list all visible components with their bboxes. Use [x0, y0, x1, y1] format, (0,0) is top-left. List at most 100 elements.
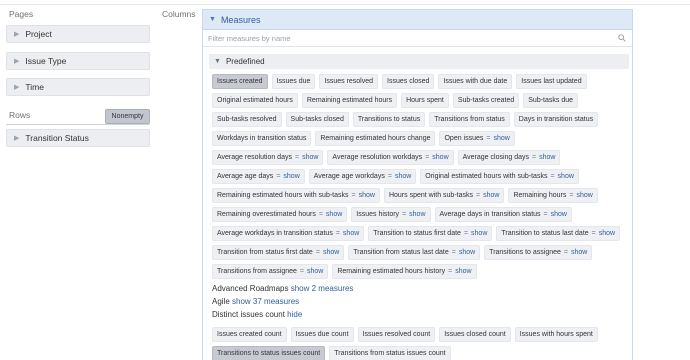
show-formula-link[interactable]: show [409, 211, 425, 218]
filter-measures-input[interactable] [208, 33, 608, 43]
show-formula-link[interactable]: show [539, 154, 555, 161]
measure-chip[interactable]: Original estimated hours [212, 93, 298, 108]
measure-chip[interactable]: Transition from status last date = show [348, 245, 481, 260]
measure-chip[interactable]: Transition to status first date = show [368, 226, 493, 241]
predefined-group-header[interactable]: ▼ Predefined [209, 54, 629, 69]
measure-chip[interactable]: Issues resolved [319, 74, 379, 89]
measure-label: Sub-tasks resolved [217, 116, 277, 123]
show-formula-link[interactable]: show [483, 192, 499, 199]
measure-chip[interactable]: Hours spent [401, 93, 449, 108]
measure-chip[interactable]: Average days in transition status = show [434, 207, 572, 222]
show-measures-link[interactable]: show 2 measures [291, 284, 354, 293]
measure-chip[interactable]: Transition to status last date = show [496, 226, 621, 241]
measures-panel: ▼ Measures ▼ Predefined Issues createdIs… [202, 9, 633, 360]
dimension-label: Project [25, 29, 52, 39]
measure-chip[interactable]: Sub-tasks created [452, 93, 520, 108]
show-formula-link[interactable]: show [307, 268, 323, 275]
measure-chip[interactable]: Issues closed count [439, 327, 511, 342]
equals-icon: = [486, 135, 491, 142]
measure-chip[interactable]: Transitions to status issues count [212, 346, 326, 360]
measure-label: Average age days [217, 173, 274, 180]
measure-label: Sub-tasks closed [290, 116, 344, 123]
equals-icon: = [335, 230, 340, 237]
measure-chip[interactable]: Sub-tasks due [523, 93, 579, 108]
group-label: Distinct issues count [212, 310, 285, 319]
measure-chip[interactable]: Average age workdays = show [308, 169, 417, 184]
show-formula-link[interactable]: show [459, 249, 475, 256]
measure-label: Issues last updated [521, 78, 582, 85]
measure-chip[interactable]: Transitions from status [429, 112, 510, 127]
measure-chip[interactable]: Remaining hours = show [508, 188, 598, 203]
measure-chip[interactable]: Remaining overestimated hours = show [212, 207, 348, 222]
show-formula-link[interactable]: show [395, 173, 411, 180]
equals-icon: = [351, 192, 356, 199]
top-bar [0, 0, 690, 5]
measure-chip[interactable]: Issues with hours spent [514, 327, 598, 342]
measure-chip[interactable]: Sub-tasks resolved [212, 112, 282, 127]
measure-chip[interactable]: Original estimated hours with sub-tasks =… [420, 169, 579, 184]
measure-label: Remaining hours [513, 192, 567, 199]
measure-chip[interactable]: Open issues = show [439, 131, 515, 146]
show-formula-link[interactable]: show [343, 230, 359, 237]
show-measures-link[interactable]: show 37 measures [232, 297, 299, 306]
measure-chip[interactable]: Average closing days = show [457, 150, 561, 165]
show-formula-link[interactable]: show [599, 230, 615, 237]
show-formula-link[interactable]: show [576, 192, 592, 199]
measure-chip[interactable]: Issues closed [382, 74, 435, 89]
page-dimension-issue-type[interactable]: ▶ Issue Type [6, 52, 150, 70]
measure-label: Remaining estimated hours [306, 97, 393, 104]
measure-chip[interactable]: Hours spent with sub-tasks = show [383, 188, 505, 203]
measure-label: Issues created count [217, 331, 282, 338]
measure-chip[interactable]: Average resolution workdays = show [327, 150, 454, 165]
show-formula-link[interactable]: show [359, 192, 375, 199]
measure-chip[interactable]: Sub-tasks closed [285, 112, 349, 127]
page-dimension-project[interactable]: ▶ Project [6, 25, 150, 43]
measure-chip[interactable]: Remaining estimated hours history = show [332, 264, 477, 279]
show-formula-link[interactable]: show [455, 268, 471, 275]
measure-chip[interactable]: Average age days = show [212, 169, 305, 184]
measure-label: Transitions from status [434, 116, 505, 123]
equals-icon: = [299, 268, 304, 275]
measure-chip[interactable]: Average resolution days = show [212, 150, 324, 165]
measure-chip[interactable]: Transitions from status issues count [329, 346, 451, 360]
measure-chip[interactable]: Transitions from assignee = show [212, 264, 329, 279]
measure-chip[interactable]: Remaining estimated hours with sub-tasks… [212, 188, 380, 203]
measure-chip[interactable]: Issues created count [212, 327, 287, 342]
row-dimension-transition-status[interactable]: ▶ Transition Status [6, 129, 150, 147]
measure-label: Sub-tasks due [528, 97, 574, 104]
measure-chip[interactable]: Issues with due date [438, 74, 513, 89]
equals-icon: = [448, 268, 453, 275]
show-formula-link[interactable]: show [326, 211, 342, 218]
show-formula-link[interactable]: show [558, 173, 574, 180]
measure-chip[interactable]: Issues created [212, 74, 268, 89]
measure-chip[interactable]: Issues history = show [351, 207, 431, 222]
measure-chip[interactable]: Days in transition status [513, 112, 599, 127]
measure-chip[interactable]: Remaining estimated hours change [315, 131, 436, 146]
show-formula-link[interactable]: show [551, 211, 567, 218]
measure-chip[interactable]: Average workdays in transition status = sh… [212, 226, 365, 241]
hide-link[interactable]: hide [287, 310, 302, 319]
measure-chip[interactable]: Issues resolved count [357, 327, 436, 342]
show-formula-link[interactable]: show [323, 249, 339, 256]
show-formula-link[interactable]: show [471, 230, 487, 237]
measure-chip[interactable]: Workdays in transition status [212, 131, 312, 146]
show-formula-link[interactable]: show [571, 249, 587, 256]
measure-chip[interactable]: Transition from status first date = show [212, 245, 345, 260]
show-formula-link[interactable]: show [432, 154, 448, 161]
show-formula-link[interactable]: show [494, 135, 510, 142]
measure-chip[interactable]: Transitions to assignee = show [484, 245, 593, 260]
measure-chip[interactable]: Transitions to status [352, 112, 426, 127]
measures-header[interactable]: ▼ Measures [203, 10, 632, 30]
measure-chip[interactable]: Issues due [271, 74, 316, 89]
pages-title: Pages [9, 9, 34, 19]
show-formula-link[interactable]: show [283, 173, 299, 180]
measure-chip[interactable]: Remaining estimated hours [301, 93, 398, 108]
page-dimension-time[interactable]: ▶ Time [6, 78, 150, 96]
chevron-down-icon: ▼ [214, 58, 221, 65]
show-formula-link[interactable]: show [302, 154, 318, 161]
nonempty-button[interactable]: Nonempty [105, 109, 150, 124]
measure-chip[interactable]: Issues last updated [516, 74, 587, 89]
chevron-right-icon: ▶ [14, 84, 20, 91]
measure-chip[interactable]: Issues due count [290, 327, 354, 342]
group-label: Advanced Roadmaps [212, 284, 289, 293]
